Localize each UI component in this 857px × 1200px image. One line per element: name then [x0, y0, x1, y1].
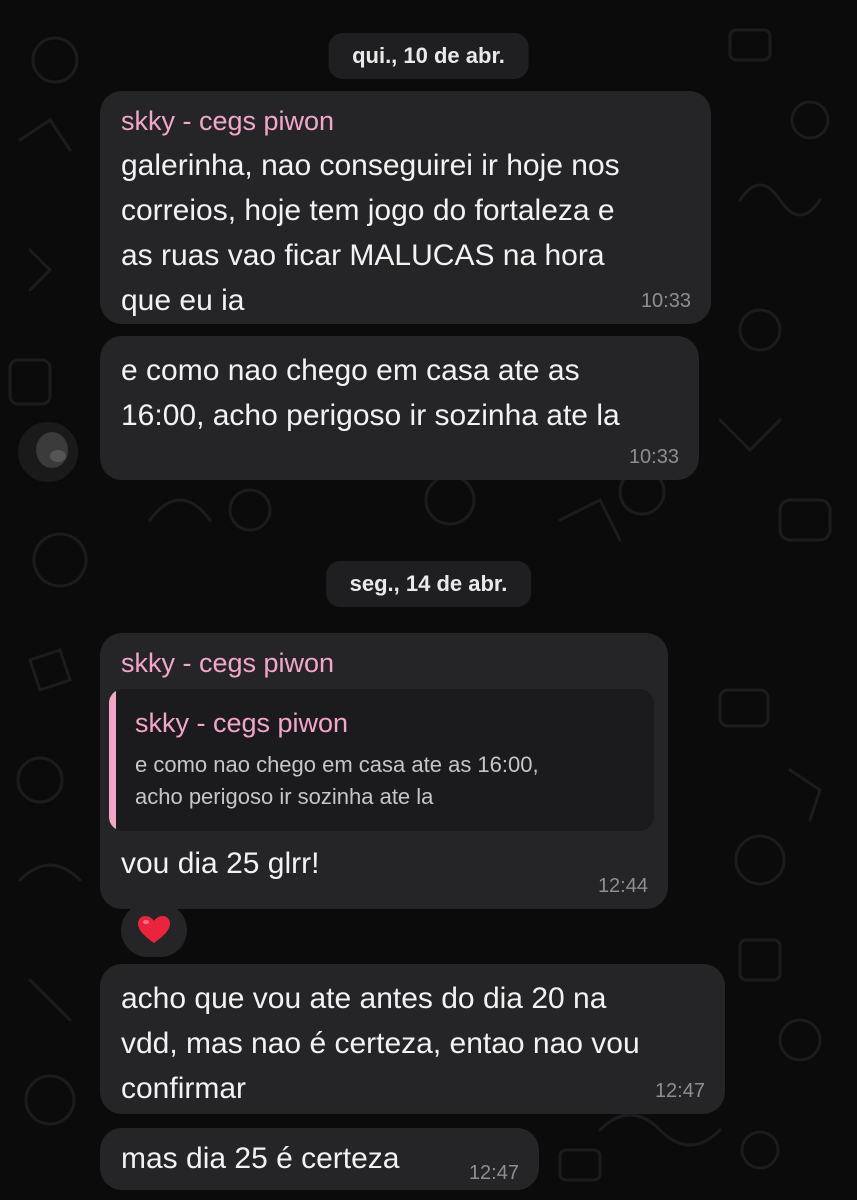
- message-time: 12:47: [468, 1162, 519, 1184]
- message-text: mas dia 25 é certeza: [121, 1142, 400, 1175]
- message-text: galerinha, nao conseguirei ir hoje nos c…: [121, 149, 620, 317]
- avatar[interactable]: [18, 422, 78, 482]
- heart-icon: [138, 916, 170, 943]
- message-text: e como nao chego em casa ate as 16:00, a…: [121, 354, 620, 432]
- message-time: 10:33: [640, 290, 691, 312]
- message-bubble[interactable]: e como nao chego em casa ate as 16:00, a…: [100, 336, 699, 480]
- message-bubble[interactable]: skky - cegs piwon skky - cegs piwon e co…: [100, 633, 668, 909]
- date-separator: qui., 10 de abr.: [328, 33, 529, 79]
- message-bubble[interactable]: acho que vou ate antes do dia 20 na vdd,…: [100, 964, 725, 1114]
- quoted-sender-name: skky - cegs piwon: [135, 708, 349, 738]
- message-time: 10:33: [628, 446, 679, 468]
- quoted-reply[interactable]: skky - cegs piwon e como nao chego em ca…: [109, 689, 654, 831]
- message-time: 12:44: [597, 875, 648, 897]
- message-text: vou dia 25 glrr!: [121, 847, 320, 880]
- reaction-badge[interactable]: [121, 903, 187, 957]
- message-text: acho que vou ate antes do dia 20 na vdd,…: [121, 982, 640, 1105]
- date-separator: seg., 14 de abr.: [325, 561, 532, 607]
- quoted-text: e como nao chego em casa ate as 16:00, a…: [135, 752, 539, 809]
- message-bubble[interactable]: mas dia 25 é certeza 12:47: [100, 1128, 539, 1190]
- message-bubble[interactable]: skky - cegs piwon galerinha, nao consegu…: [100, 91, 711, 324]
- sender-name[interactable]: skky - cegs piwon: [121, 645, 648, 681]
- message-time: 12:47: [654, 1080, 705, 1102]
- avatar-photo-icon: [18, 422, 78, 482]
- sender-name[interactable]: skky - cegs piwon: [121, 103, 691, 139]
